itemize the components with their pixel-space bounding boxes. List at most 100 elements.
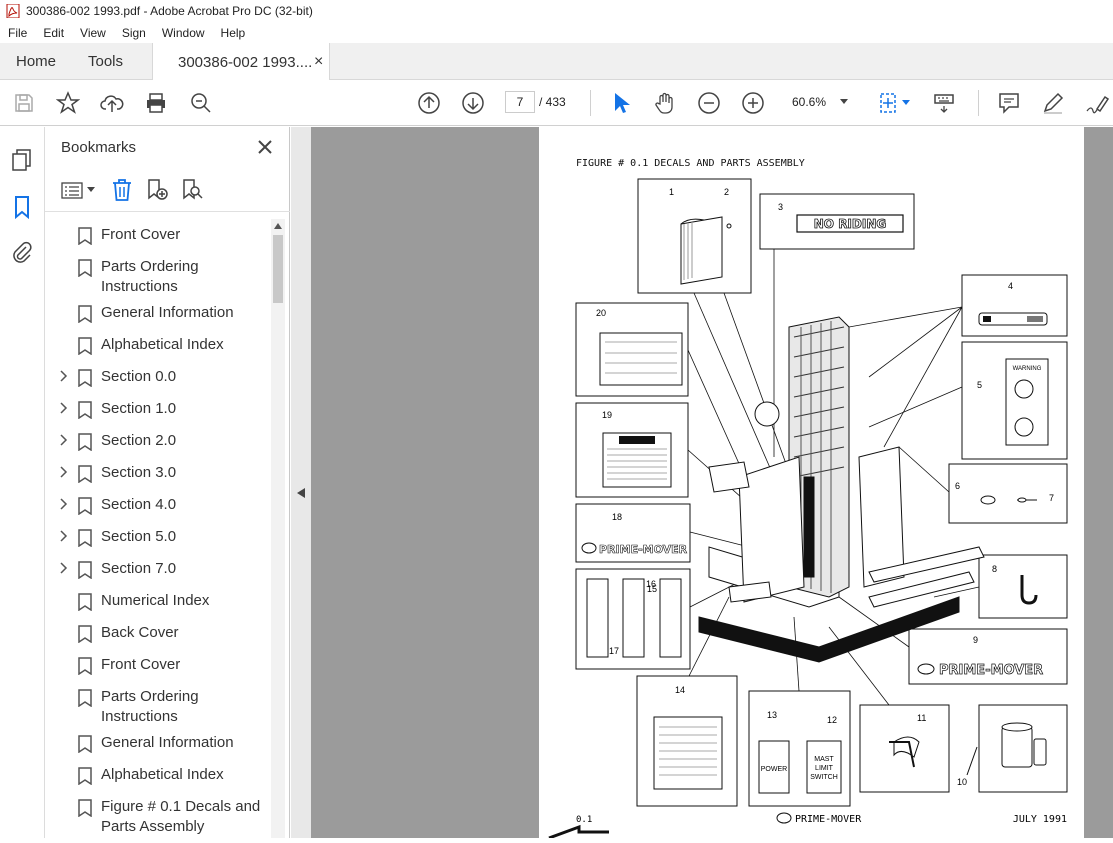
collapse-arrow-icon[interactable]: [297, 488, 305, 498]
keyboard-tool-button[interactable]: [930, 89, 958, 117]
bookmarks-toolbar: [45, 172, 290, 212]
toolbar-divider: [978, 90, 979, 116]
bookmark-label: Section 0.0: [101, 368, 177, 385]
bookmark-flag-icon: [78, 259, 92, 277]
sign-button[interactable]: [1083, 89, 1111, 117]
chevron-down-icon: [840, 99, 848, 104]
chevron-right-icon[interactable]: [59, 497, 69, 511]
signature-pen-icon: [1086, 95, 1109, 114]
chevron-right-icon[interactable]: [59, 561, 69, 575]
document-viewer[interactable]: FIGURE # 0.1 DECALS AND PARTS ASSEMBLY 1…: [291, 127, 1113, 840]
save-button[interactable]: [10, 89, 38, 117]
no-riding-decal: NO RIDING: [814, 217, 886, 231]
bookmark-flag-icon: [78, 433, 92, 451]
pen-icon: [1043, 92, 1064, 114]
callout-8: 8: [992, 564, 997, 574]
bookmark-flag-icon: [78, 227, 92, 245]
bookmark-flag-icon: [78, 767, 92, 785]
bookmark-label: Alphabetical Index: [101, 336, 224, 353]
bookmark-flag-icon: [78, 735, 92, 753]
bookmark-label: Section 7.0: [101, 560, 177, 577]
bookmark-label: Section 2.0: [101, 432, 177, 449]
warning-decal-text: WARNING: [1013, 366, 1042, 372]
bookmark-label: Numerical Index: [101, 592, 210, 609]
collapse-panel-handle[interactable]: [291, 127, 311, 838]
bookmark-star-button[interactable]: [54, 89, 82, 117]
menu-view[interactable]: View: [72, 26, 114, 40]
mast-label: MAST: [814, 756, 834, 763]
bookmark-label: Section 4.0: [101, 496, 177, 513]
scroll-up-arrow-icon[interactable]: [274, 223, 282, 229]
bookmark-label: General Information: [101, 304, 234, 321]
callout-5: 5: [977, 380, 982, 390]
bookmarks-scrollbar[interactable]: [271, 219, 285, 838]
tab-document[interactable]: 300386-002 1993.... ×: [152, 43, 330, 81]
bookmark-flag-icon: [78, 593, 92, 611]
page-thumbnails-icon[interactable]: [10, 148, 34, 172]
figure-title: FIGURE # 0.1 DECALS AND PARTS ASSEMBLY: [576, 158, 805, 169]
menu-help[interactable]: Help: [213, 26, 254, 40]
pdf-app-icon: [6, 4, 20, 18]
scroll-thumb[interactable]: [273, 235, 283, 303]
upload-button[interactable]: [98, 89, 126, 117]
zoom-out-button[interactable]: [695, 89, 723, 117]
select-tool-button[interactable]: [607, 89, 635, 117]
highlight-button[interactable]: [1039, 89, 1067, 117]
tab-close-icon[interactable]: ×: [314, 53, 323, 71]
bookmark-flag-icon: [78, 465, 92, 483]
tab-home[interactable]: Home: [16, 43, 56, 80]
page-number-input[interactable]: 7: [505, 91, 535, 113]
left-navigation-rail: [0, 127, 45, 838]
power-decal: POWER: [761, 766, 787, 773]
menu-file[interactable]: File: [0, 26, 35, 40]
comment-icon: [999, 93, 1019, 114]
fit-page-button[interactable]: [874, 89, 902, 117]
zoom-in-button[interactable]: [739, 89, 767, 117]
menu-sign[interactable]: Sign: [114, 26, 154, 40]
chevron-right-icon[interactable]: [59, 529, 69, 543]
delete-bookmark-trash-icon[interactable]: [111, 178, 133, 202]
comment-button[interactable]: [995, 89, 1023, 117]
previous-page-button[interactable]: [415, 89, 443, 117]
arrow-up-circle-icon: [418, 92, 440, 114]
footer-page-number: 0.1: [576, 815, 592, 825]
bookmark-label: Front Cover: [101, 226, 181, 243]
attachments-paperclip-icon[interactable]: [10, 241, 34, 265]
tab-tools[interactable]: Tools: [88, 43, 123, 80]
bookmark-label: Parts Ordering Instructions: [101, 688, 199, 725]
bookmarks-title: Bookmarks: [61, 139, 137, 156]
options-list-icon[interactable]: [61, 180, 83, 200]
bookmark-flag-icon: [78, 369, 92, 387]
menu-edit[interactable]: Edit: [35, 26, 72, 40]
chevron-right-icon[interactable]: [59, 465, 69, 479]
find-bookmark-icon[interactable]: [180, 178, 204, 202]
pdf-page: FIGURE # 0.1 DECALS AND PARTS ASSEMBLY 1…: [539, 127, 1084, 840]
bookmark-label: General Information: [101, 734, 234, 751]
arrow-down-circle-icon: [462, 92, 484, 114]
fit-dropdown-chevron-icon[interactable]: [902, 100, 910, 106]
chevron-right-icon[interactable]: [59, 369, 69, 383]
bookmarks-list: Front Cover Parts Ordering Instructions …: [45, 219, 270, 838]
menu-window[interactable]: Window: [154, 26, 213, 40]
fit-page-icon: [880, 93, 896, 113]
page-total: / 433: [539, 95, 566, 109]
bookmark-label: Front Cover: [101, 656, 181, 673]
tab-document-label: 300386-002 1993....: [178, 53, 313, 71]
options-chevron-down-icon[interactable]: [87, 187, 95, 193]
new-bookmark-icon[interactable]: [145, 178, 169, 202]
callout-10: 10: [957, 777, 967, 787]
chevron-right-icon[interactable]: [59, 433, 69, 447]
hand-tool-button[interactable]: [651, 89, 679, 117]
magnifier-minus-icon: [191, 93, 211, 113]
cloud-upload-icon: [100, 95, 124, 112]
next-page-button[interactable]: [459, 89, 487, 117]
bookmarks-panel-icon[interactable]: [10, 195, 34, 219]
zoom-level-select[interactable]: 60.6%: [784, 91, 854, 113]
close-panel-icon[interactable]: [255, 137, 275, 157]
zoom-level-value: 60.6%: [792, 95, 827, 109]
print-button[interactable]: [142, 89, 170, 117]
footer-brand: PRIME-MOVER: [795, 814, 862, 825]
find-zoom-button[interactable]: [187, 89, 215, 117]
chevron-right-icon[interactable]: [59, 401, 69, 415]
limit-label: LIMIT: [815, 765, 834, 772]
